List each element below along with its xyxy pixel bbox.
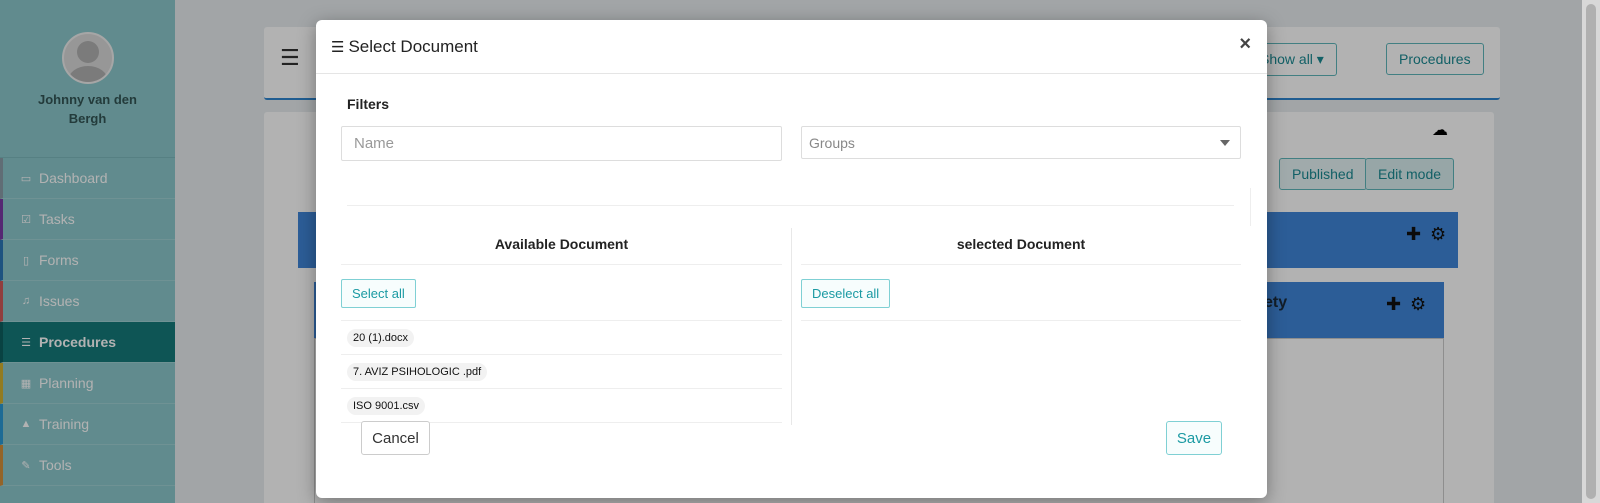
- list-item[interactable]: 20 (1).docx: [341, 321, 782, 355]
- groups-select[interactable]: Groups: [801, 126, 1241, 159]
- filters-label: Filters: [347, 96, 390, 112]
- modal-title: Select Document: [348, 36, 478, 56]
- list-item[interactable]: 7. AVIZ PSIHOLOGIC .pdf: [341, 355, 782, 389]
- close-button[interactable]: ×: [1239, 33, 1251, 56]
- selected-documents-header: selected Document: [801, 227, 1241, 265]
- deselect-all-button[interactable]: Deselect all: [801, 279, 891, 308]
- page-scrollbar[interactable]: [1582, 0, 1600, 503]
- divider: [347, 205, 1234, 206]
- column-divider: [791, 228, 792, 425]
- list-icon: ☰: [331, 38, 345, 56]
- name-filter-input[interactable]: [341, 126, 782, 161]
- groups-select-value: Groups: [809, 134, 855, 151]
- selected-documents-column: selected Document Deselect all: [801, 227, 1241, 425]
- divider: [1250, 188, 1251, 226]
- document-chip: 20 (1).docx: [347, 328, 415, 347]
- list-item[interactable]: ISO 9001.csv: [341, 389, 782, 423]
- save-button[interactable]: Save: [1166, 421, 1222, 455]
- available-documents-header: Available Document: [341, 227, 782, 265]
- available-documents-column: Available Document Select all 20 (1).doc…: [341, 227, 782, 425]
- document-chip: ISO 9001.csv: [347, 396, 426, 415]
- available-documents-list: 20 (1).docx 7. AVIZ PSIHOLOGIC .pdf ISO …: [341, 321, 782, 423]
- cancel-button[interactable]: Cancel: [361, 421, 430, 455]
- chevron-down-icon: [1220, 140, 1230, 146]
- select-all-button[interactable]: Select all: [341, 279, 416, 308]
- select-document-modal: ☰ Select Document × Filters Groups Avail…: [316, 20, 1267, 498]
- document-chip: 7. AVIZ PSIHOLOGIC .pdf: [347, 362, 488, 381]
- modal-header: ☰ Select Document: [316, 20, 1267, 74]
